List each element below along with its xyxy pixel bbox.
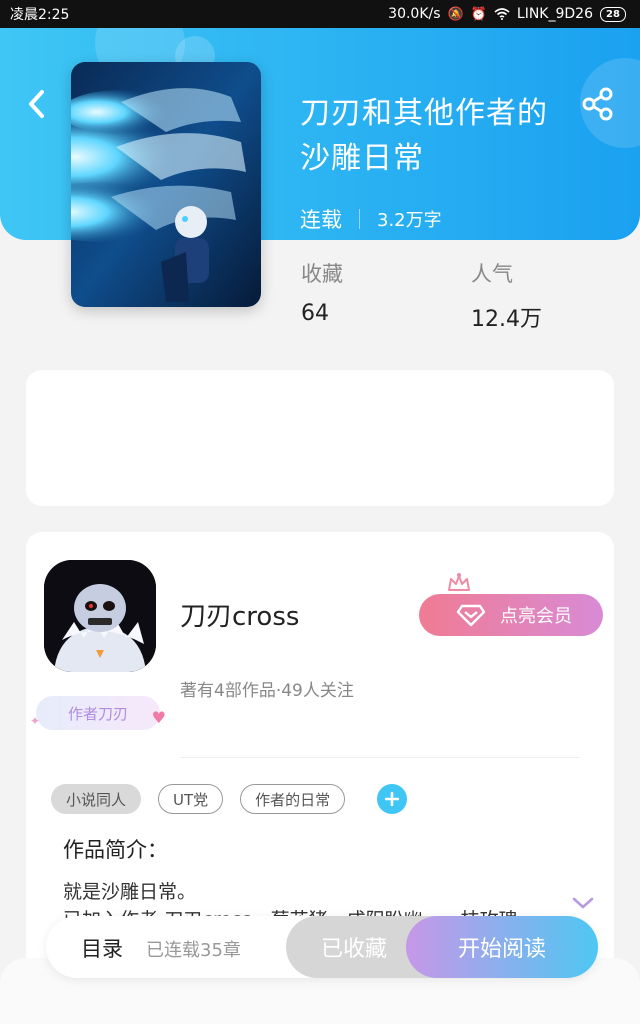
bottom-action-bar: 目录 已连载35章 已收藏 开始阅读: [46, 916, 598, 978]
back-button[interactable]: [22, 86, 52, 122]
chevron-down-icon[interactable]: [572, 896, 594, 910]
word-count: 3.2万字: [377, 210, 442, 231]
popularity-stat: 人气 12.4万: [471, 258, 542, 333]
alarm-icon: ⏰: [470, 6, 487, 22]
intro-heading: 作品简介：: [63, 838, 168, 862]
vip-button-label: 点亮会员: [500, 606, 572, 627]
crown-icon: [448, 573, 470, 591]
heart-icon: ♥: [151, 708, 166, 727]
vip-button[interactable]: 点亮会员: [419, 594, 603, 636]
book-cover[interactable]: [71, 62, 261, 307]
stat-label: 收藏: [301, 262, 343, 286]
author-name[interactable]: 刀刃cross: [180, 596, 299, 633]
net-speed: 30.0K/s: [388, 6, 441, 22]
author-badge-label: 作者刀刃: [67, 704, 128, 723]
stat-value: 12.4万: [471, 307, 542, 332]
status-time: 凌晨2:25: [10, 7, 70, 23]
add-tag-button[interactable]: [377, 784, 408, 814]
divider: [180, 757, 580, 758]
diamond-icon: [456, 604, 486, 627]
wifi-name: LINK_9D26: [516, 6, 593, 22]
status-bar: 凌晨2:25 30.0K/s 🔕 ⏰ LINK_9D26 28: [0, 0, 640, 28]
cover-art-image: [71, 62, 261, 307]
author-stats: 著有4部作品·49人关注: [180, 681, 354, 701]
tag-chip[interactable]: 作者的日常: [240, 784, 346, 814]
battery-indicator: 28: [600, 6, 626, 22]
plus-icon: [385, 792, 400, 806]
tags-row: 小说同人 UT党 作者的日常: [51, 784, 408, 814]
status-indicators: 30.0K/s 🔕 ⏰ LINK_9D26 28: [388, 6, 626, 22]
sparkle-icon: ✦: [30, 714, 41, 728]
wifi-icon: [494, 8, 510, 20]
book-meta: 连载 3.2万字: [300, 204, 442, 234]
avatar[interactable]: [44, 560, 156, 672]
tag-chip[interactable]: 小说同人: [51, 784, 142, 814]
chapter-count: 已连载35章: [146, 940, 241, 961]
chevron-left-icon: [29, 90, 44, 118]
stat-value: 64: [301, 301, 329, 326]
start-reading-button[interactable]: 开始阅读: [406, 916, 598, 978]
mute-icon: 🔕: [447, 6, 464, 22]
toc-button[interactable]: 目录: [81, 933, 123, 963]
favorites-stat: 收藏 64: [301, 258, 343, 326]
author-avatar-image: [44, 560, 156, 672]
meta-divider: [359, 209, 360, 229]
share-icon[interactable]: [580, 86, 616, 122]
author-badge: ✦ 作者刀刃 ♥: [30, 696, 166, 730]
stat-label: 人气: [471, 262, 513, 286]
book-title: 刀刃和其他作者的沙雕日常: [300, 96, 548, 176]
empty-card: [26, 370, 614, 506]
book-status: 连载: [300, 208, 342, 232]
tag-chip[interactable]: UT党: [158, 784, 224, 814]
